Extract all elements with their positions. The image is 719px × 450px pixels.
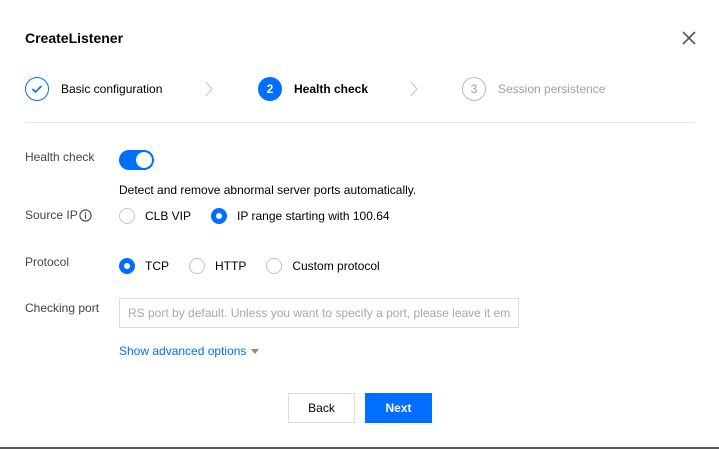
- radio-clb-vip[interactable]: CLB VIP: [119, 208, 191, 224]
- next-button[interactable]: Next: [365, 393, 432, 423]
- radio-label: TCP: [145, 259, 169, 273]
- protocol-label: Protocol: [25, 255, 70, 269]
- toggle-knob: [136, 152, 152, 168]
- radio-tcp[interactable]: TCP: [119, 258, 169, 274]
- radio-custom-protocol[interactable]: Custom protocol: [266, 258, 380, 274]
- step-number: 3: [462, 77, 486, 101]
- advanced-link-label: Show advanced options: [119, 344, 247, 358]
- radio-label: Custom protocol: [292, 259, 380, 273]
- radio-label: CLB VIP: [145, 209, 192, 223]
- step-health-check: 2 Health check: [258, 75, 368, 103]
- health-check-label: Health check: [25, 150, 95, 164]
- source-ip-label-row: Source IP: [25, 208, 92, 222]
- source-ip-radio-group: CLB VIP IP range starting with 100.64: [119, 208, 410, 224]
- step-basic-configuration: Basic configuration: [25, 75, 162, 103]
- dialog-title: CreateListener: [25, 30, 124, 46]
- close-icon[interactable]: [680, 29, 698, 47]
- back-button[interactable]: Back: [288, 393, 355, 423]
- stepper: Basic configuration 2 Health check 3 Ses…: [25, 75, 695, 103]
- step-session-persistence: 3 Session persistence: [462, 75, 605, 103]
- radio-label: IP range starting with 100.64: [237, 209, 390, 223]
- step-label: Session persistence: [498, 82, 606, 96]
- radio-circle: [189, 258, 205, 274]
- radio-circle-selected: [119, 258, 135, 274]
- step-label: Basic configuration: [61, 82, 163, 96]
- radio-circle: [266, 258, 283, 274]
- step-number: 2: [258, 77, 282, 101]
- radio-circle: [119, 208, 135, 224]
- source-ip-label: Source IP: [25, 208, 78, 222]
- step-label: Health check: [294, 82, 369, 96]
- radio-http[interactable]: HTTP: [189, 258, 246, 274]
- show-advanced-options-link[interactable]: Show advanced options: [119, 344, 260, 358]
- create-listener-dialog: CreateListener Basic configuration 2 Hea…: [0, 0, 719, 448]
- radio-label: HTTP: [215, 259, 247, 273]
- radio-ip-range-100-64[interactable]: IP range starting with 100.64: [211, 208, 390, 224]
- window-bottom-edge: [0, 447, 719, 449]
- chevron-right-icon: [205, 81, 213, 97]
- caret-down-icon: [251, 348, 260, 354]
- chevron-right-icon: [410, 81, 418, 97]
- info-icon[interactable]: [79, 209, 92, 222]
- radio-circle-selected: [211, 208, 228, 224]
- health-check-toggle[interactable]: [119, 150, 154, 170]
- checking-port-label: Checking port: [25, 301, 100, 315]
- divider: [25, 122, 695, 123]
- protocol-radio-group: TCP HTTP Custom protocol: [119, 258, 400, 274]
- step-done-check-icon: [25, 77, 49, 101]
- health-check-hint: Detect and remove abnormal server ports …: [119, 183, 417, 197]
- checking-port-input[interactable]: [119, 298, 519, 328]
